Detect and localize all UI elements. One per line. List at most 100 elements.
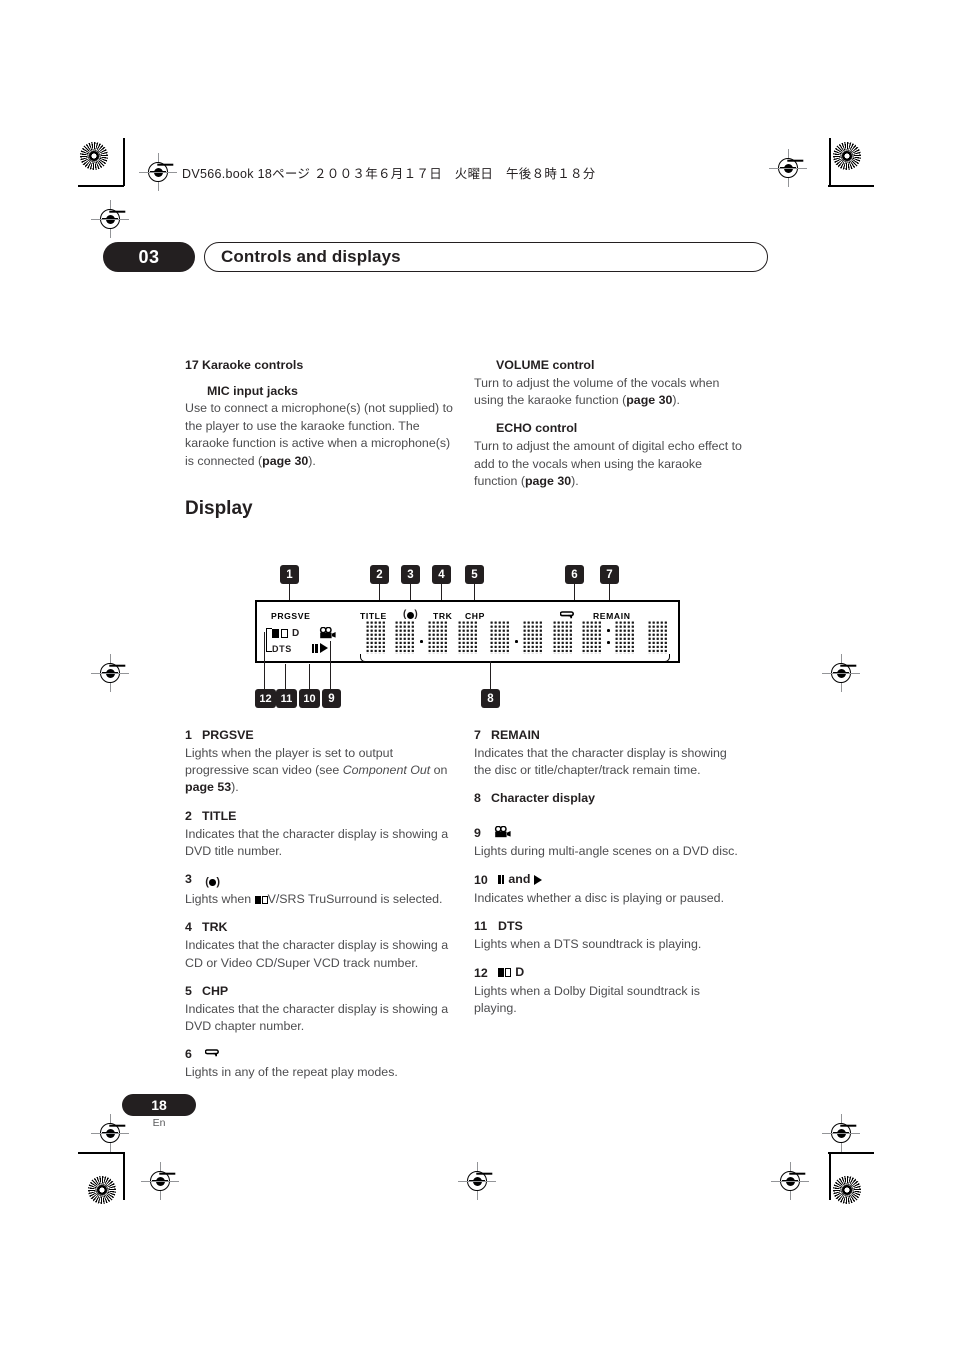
- legend-item-3-body: Lights when V/SRS TruSurround is selecte…: [185, 891, 453, 908]
- char-cell-7: [552, 620, 572, 654]
- indicator-dts: DTS: [272, 644, 292, 654]
- leader-line-9: [330, 641, 332, 689]
- crosshair-bottom-right: [771, 1162, 809, 1200]
- crop-mark-top-left-vertical: [123, 138, 125, 186]
- legend-item-10-heading: 10 and: [474, 871, 742, 889]
- crosshair-top-left: [139, 153, 177, 191]
- volume-body-text-b: ).: [672, 393, 680, 408]
- legend-item-1-title: PRGSVE: [202, 728, 254, 742]
- pause-icon-bar-1: [312, 643, 315, 653]
- crop-mark-top-left-horizontal: [78, 185, 124, 187]
- legend-item-7-body: Indicates that the character display is …: [474, 745, 727, 778]
- leader-line-12: [264, 632, 266, 689]
- page-title: Controls and displays: [221, 247, 401, 266]
- char-separator-dot-1: [420, 640, 423, 643]
- legend-1-italic: Component Out: [342, 763, 431, 778]
- legend-item-2-heading: 2 TITLE: [185, 808, 453, 825]
- legend-item-9-body: Lights during multi-angle scenes on a DV…: [474, 843, 738, 858]
- legend-item-12-body: Lights when a Dolby Digital soundtrack i…: [474, 983, 700, 1016]
- legend-item-2-title: TITLE: [202, 808, 237, 823]
- crop-mark-bottom-right-horizontal: [828, 1152, 874, 1154]
- char-cell-5: [489, 620, 509, 654]
- callout-1: 1: [280, 565, 299, 584]
- dolby-digital-logo-icon: D: [272, 629, 299, 639]
- mic-input-jacks-body: Use to connect a microphone(s) (not supp…: [185, 400, 453, 469]
- callout-10: 10: [299, 689, 320, 708]
- callout-9: 9: [322, 689, 341, 708]
- legend-item-12-number: 12: [474, 965, 488, 980]
- legend-item-1-heading: 1 PRGSVE: [185, 727, 453, 744]
- mic-input-jacks-label: MIC input jacks: [207, 383, 298, 398]
- crosshair-left-lower: [91, 1114, 129, 1152]
- echo-body-text-b: ).: [571, 473, 579, 488]
- crosshair-right-upper: [822, 654, 860, 692]
- dolby-digital-logo-icon-legend: [498, 968, 512, 977]
- legend-item-4-title: TRK: [202, 920, 228, 935]
- virtual-surround-icon-legend: (): [205, 876, 221, 889]
- char-cell-9: [614, 620, 634, 654]
- crosshair-bottom-center: [458, 1162, 496, 1200]
- legend-item-10-number: 10: [474, 873, 488, 888]
- legend-item-7-heading: 7 REMAIN: [474, 727, 742, 744]
- legend-item-7-title: REMAIN: [491, 728, 540, 742]
- legend-1-text-b: on: [430, 763, 448, 778]
- volume-control-label: VOLUME control: [496, 358, 595, 372]
- registration-target-bottom-right: [833, 1176, 861, 1204]
- legend-item-4-body: Indicates that the character display is …: [185, 938, 449, 970]
- legend-item-12-heading: 12 D: [474, 964, 742, 981]
- legend-item-11-heading: 11 DTS: [474, 918, 742, 935]
- legend-item-9-number: 9: [474, 826, 481, 841]
- callout-12: 12: [255, 689, 276, 708]
- legend-item-2-number: 2: [185, 808, 192, 823]
- legend-item-6-title: [202, 1047, 220, 1061]
- page-number-badge: 18: [122, 1094, 196, 1116]
- crosshair-left-upper: [91, 200, 129, 238]
- crop-mark-bottom-left-vertical: [123, 1152, 125, 1200]
- karaoke-section-heading: 17 Karaoke controls: [185, 357, 453, 374]
- legend-item-3-number: 3: [185, 872, 192, 887]
- legend-item-1-body: Lights when the player is set to output …: [185, 745, 453, 797]
- legend-item-5-heading: 5 CHP: [185, 983, 453, 1000]
- crosshair-right-lower: [822, 1114, 860, 1152]
- callout-2: 2: [370, 565, 389, 584]
- page-language-label: En: [152, 1117, 166, 1129]
- legend-left-column: 1 PRGSVE Lights when the player is set to…: [185, 727, 453, 1081]
- registration-target-top-right: [833, 142, 861, 170]
- mic-body-text-a: Use to connect a microphone(s) (not supp…: [185, 401, 453, 468]
- dolby-box-right: [281, 629, 288, 638]
- crosshair-left-middle: [91, 654, 129, 692]
- front-panel-display-diagram: 1 2 3 4 5 6 7 PRGSVE TITLE ( ) TRK CHP R…: [250, 556, 690, 724]
- legend-1-page-ref: page 53: [185, 780, 232, 795]
- char-cell-8: [581, 620, 601, 654]
- legend-item-9-title: [491, 825, 512, 840]
- legend-item-4-number: 4: [185, 920, 192, 935]
- display-section-heading: Display: [185, 498, 253, 519]
- legend-item-6-number: 6: [185, 1047, 192, 1062]
- legend-item-10-body: Indicates whether a disc is playing or p…: [474, 890, 725, 905]
- char-separator-dot-2: [515, 640, 518, 643]
- echo-control-body: Turn to adjust the amount of digital ech…: [474, 438, 742, 490]
- volume-body-text-a: Turn to adjust the volume of the vocals …: [474, 375, 720, 408]
- legend-item-8-heading: 8 Character display: [474, 790, 742, 807]
- pause-play-icons: [312, 643, 329, 653]
- document-header-line: DV566.book 18ページ ２００３年６月１７日 火曜日 午後８時１８分: [182, 167, 596, 181]
- virtual-surround-icon: ( ): [403, 609, 418, 620]
- camera-icon: [319, 627, 336, 639]
- camera-icon-legend: [495, 825, 512, 838]
- karaoke-left-column: 17 Karaoke controls MIC input jacks Use t…: [185, 357, 453, 481]
- legend-item-11-body: Lights when a DTS soundtrack is playing.: [474, 936, 702, 951]
- karaoke-right-column: VOLUME control Turn to adjust the volume…: [474, 357, 742, 501]
- callout-4: 4: [432, 565, 451, 584]
- legend-item-4-heading: 4 TRK: [185, 919, 453, 936]
- legend-item-1-number: 1: [185, 728, 192, 742]
- mic-body-text-b: ).: [308, 453, 316, 468]
- chapter-title-pill: Controls and displays: [204, 242, 768, 272]
- char-colon-dot-upper: [607, 629, 610, 632]
- legend-item-2-body: Indicates that the character display is …: [185, 826, 449, 858]
- echo-control-label: ECHO control: [496, 421, 578, 436]
- legend-item-8-number: 8: [474, 791, 481, 806]
- char-cell-2: [394, 620, 414, 654]
- legend-item-10-title: and: [498, 871, 543, 888]
- chapter-banner: 03 Controls and displays: [103, 242, 768, 272]
- character-display-bracket: [360, 654, 670, 662]
